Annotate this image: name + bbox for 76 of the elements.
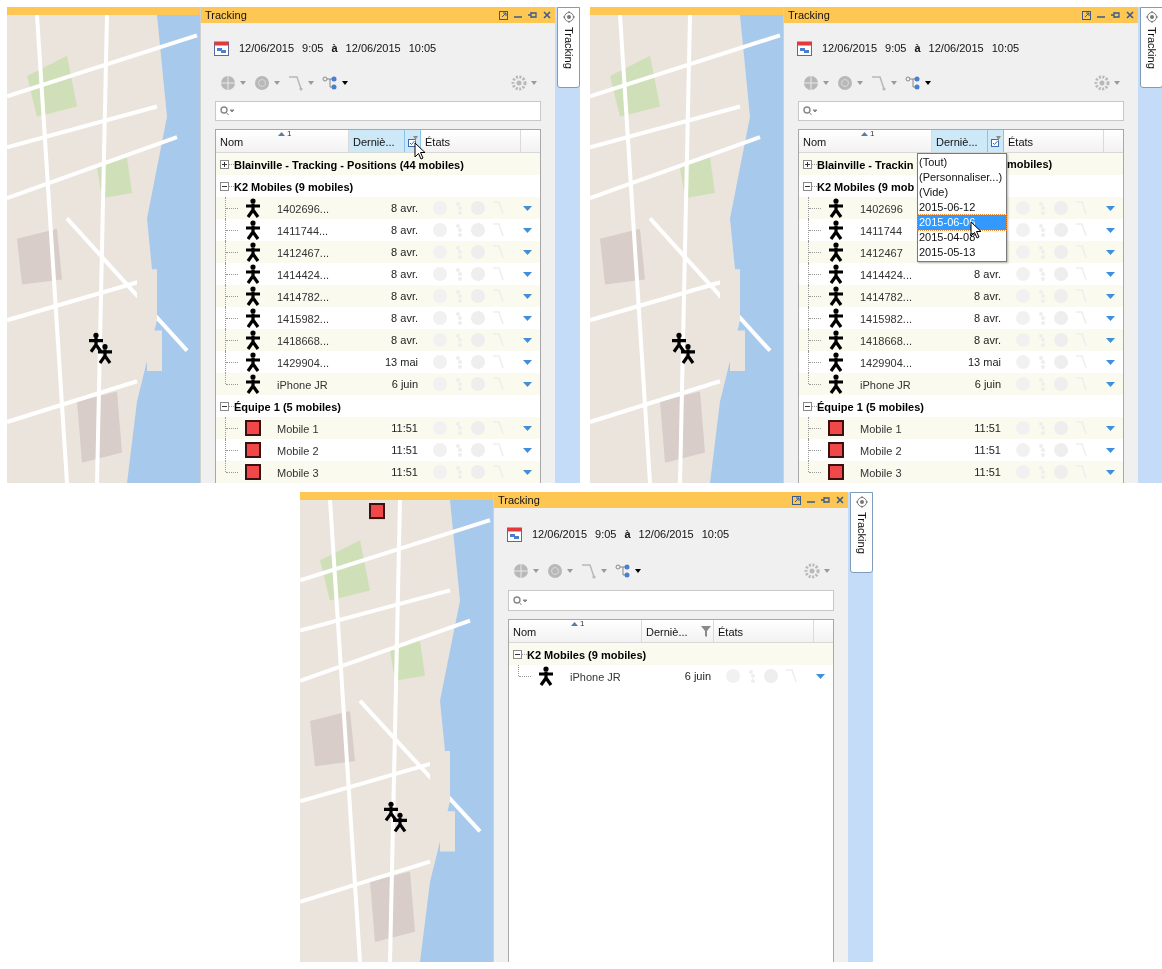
group-label: Blainville - Tracking - Positions (44 mobiles) <box>234 159 464 171</box>
group-label: Blainville - Trackin <box>817 159 914 171</box>
range-separator: à <box>914 40 921 56</box>
mobile-name: Mobile 1 <box>277 423 319 435</box>
sort-rank: 1 <box>580 620 585 628</box>
mobile-name: 1414424... <box>860 269 912 281</box>
mobile-name: Mobile 2 <box>860 445 902 457</box>
end-date: 12/06/2015 <box>638 526 694 542</box>
mobile-name: 1402696 <box>860 203 903 215</box>
group-label: mobiles) <box>1007 156 1053 172</box>
group-label: Équipe 1 (5 mobiles) <box>817 401 924 413</box>
mobile-name: Mobile 1 <box>860 423 902 435</box>
end-time: 10:05 <box>408 40 437 56</box>
mobile-name: 1412467... <box>277 247 329 259</box>
panel-title: Tracking <box>788 7 830 23</box>
last-update: 6 juin <box>391 376 418 392</box>
panel-title: Tracking <box>498 492 540 508</box>
start-time: 9:05 <box>595 526 617 542</box>
mobile-name: 1414782... <box>860 291 912 303</box>
last-update: 8 avr. <box>391 244 418 260</box>
sort-rank: 1 <box>870 130 875 138</box>
start-date: 12/06/2015 <box>532 526 588 542</box>
mobile-name: 1411744... <box>277 225 329 237</box>
mobile-name: Mobile 3 <box>277 467 319 479</box>
last-update: 11:51 <box>974 464 1001 480</box>
group-label: Équipe 1 (5 mobiles) <box>234 401 341 413</box>
last-update: 11:51 <box>974 420 1001 436</box>
last-update: 8 avr. <box>391 310 418 326</box>
start-date: 12/06/2015 <box>822 40 878 56</box>
last-update: 6 juin <box>684 668 711 684</box>
end-date: 12/06/2015 <box>928 40 984 56</box>
mobile-name: iPhone JR <box>570 671 621 683</box>
panel-title: Tracking <box>205 7 247 23</box>
last-update: 11:51 <box>974 442 1001 458</box>
mobile-name: 1418668... <box>860 335 912 347</box>
range-separator: à <box>331 40 338 56</box>
last-update: 11:51 <box>391 464 418 480</box>
mobile-name: 1402696... <box>277 203 329 215</box>
mobile-name: 1415982... <box>277 313 329 325</box>
group-label: K2 Mobiles (9 mobiles) <box>527 649 647 661</box>
last-update: 8 avr. <box>391 288 418 304</box>
mobile-name: 1429904... <box>860 357 912 369</box>
start-time: 9:05 <box>885 40 907 56</box>
mobile-name: 1415982... <box>860 313 912 325</box>
end-time: 10:05 <box>701 526 730 542</box>
start-date: 12/06/2015 <box>239 40 295 56</box>
sort-rank: 1 <box>287 130 292 138</box>
last-update: 8 avr. <box>391 222 418 238</box>
mobile-name: 1429904... <box>277 357 329 369</box>
last-update: 8 avr. <box>391 200 418 216</box>
last-update: 8 avr. <box>391 332 418 348</box>
end-time: 10:05 <box>991 40 1020 56</box>
mobile-name: iPhone JR <box>860 379 911 391</box>
last-update: 11:51 <box>391 420 418 436</box>
mobile-name: Mobile 2 <box>277 445 319 457</box>
last-update: 8 avr. <box>974 310 1001 326</box>
last-update: 8 avr. <box>391 266 418 282</box>
group-label: K2 Mobiles (9 mob <box>817 181 915 193</box>
mobile-name: 1414424... <box>277 269 329 281</box>
last-update: 8 avr. <box>974 266 1001 282</box>
last-update: 8 avr. <box>974 332 1001 348</box>
group-label: K2 Mobiles (9 mobiles) <box>234 181 354 193</box>
last-update: 11:51 <box>391 442 418 458</box>
last-update: 13 mai <box>384 354 418 370</box>
mobile-name: 1414782... <box>277 291 329 303</box>
mobile-name: Mobile 3 <box>860 467 902 479</box>
last-update: 13 mai <box>967 354 1001 370</box>
last-update: 6 juin <box>974 376 1001 392</box>
start-time: 9:05 <box>302 40 324 56</box>
mobile-name: 1412467 <box>860 247 903 259</box>
end-date: 12/06/2015 <box>345 40 401 56</box>
mobile-name: iPhone JR <box>277 379 328 391</box>
range-separator: à <box>624 526 631 542</box>
last-update: 8 avr. <box>974 288 1001 304</box>
mobile-name: 1411744 <box>860 225 902 237</box>
mobile-name: 1418668... <box>277 335 329 347</box>
